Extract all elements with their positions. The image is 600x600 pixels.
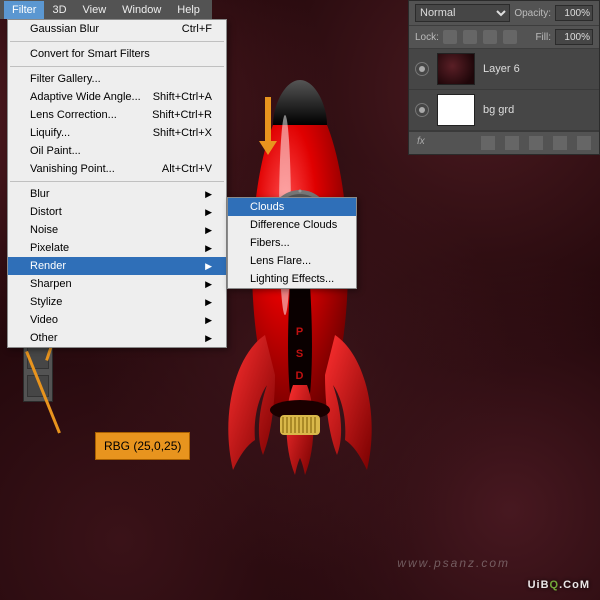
menu-item-liquify[interactable]: Liquify...Shift+Ctrl+X <box>8 124 226 142</box>
submenu-item-fibers[interactable]: Fibers... <box>228 234 356 252</box>
svg-text:PSD: PSD <box>296 326 305 382</box>
layer-row[interactable]: bg grd <box>409 90 599 131</box>
layers-panel-footer: fx <box>409 131 599 154</box>
visibility-icon[interactable] <box>415 62 429 76</box>
opacity-label: Opacity: <box>514 8 551 19</box>
visibility-icon[interactable] <box>415 103 429 117</box>
callout-background-rgb: RBG (25,0,25) <box>95 432 190 460</box>
blend-mode-select[interactable]: Normal <box>415 4 510 22</box>
menu-item-stylize[interactable]: Stylize▶ <box>8 293 226 311</box>
add-mask-icon[interactable] <box>481 136 495 150</box>
menu-item-distort[interactable]: Distort▶ <box>8 203 226 221</box>
menu-item-lens-correction[interactable]: Lens Correction...Shift+Ctrl+R <box>8 106 226 124</box>
menu-separator <box>10 41 224 42</box>
menu-item-blur[interactable]: Blur▶ <box>8 185 226 203</box>
layer-thumbnail <box>437 94 475 126</box>
menu-separator <box>10 66 224 67</box>
lock-pixels-icon[interactable] <box>463 30 477 44</box>
menu-item-oil-paint[interactable]: Oil Paint... <box>8 142 226 160</box>
watermark-url: www.psanz.com <box>397 556 510 570</box>
menu-item-sharpen[interactable]: Sharpen▶ <box>8 275 226 293</box>
menu-3d[interactable]: 3D <box>44 1 74 19</box>
opacity-input[interactable] <box>555 5 593 21</box>
layer-row[interactable]: Layer 6 <box>409 49 599 90</box>
fx-label[interactable]: fx <box>417 136 425 150</box>
render-submenu: Clouds Difference Clouds Fibers... Lens … <box>227 197 357 289</box>
fill-input[interactable] <box>555 29 593 45</box>
new-group-icon[interactable] <box>505 136 519 150</box>
lock-position-icon[interactable] <box>483 30 497 44</box>
submenu-item-diff-clouds[interactable]: Difference Clouds <box>228 216 356 234</box>
lock-label: Lock: <box>415 32 439 43</box>
lock-all-icon[interactable] <box>503 30 517 44</box>
menu-separator <box>10 181 224 182</box>
menu-item-render[interactable]: Render▶ <box>8 257 226 275</box>
menu-item-other[interactable]: Other▶ <box>8 329 226 347</box>
annotation-arrow-clouds <box>261 97 275 157</box>
watermark-brand: UiBQ.CoM <box>528 568 590 594</box>
menu-item-vanishing-point[interactable]: Vanishing Point...Alt+Ctrl+V <box>8 160 226 178</box>
app-menubar: Filter 3D View Window Help <box>0 0 212 19</box>
menu-item-video[interactable]: Video▶ <box>8 311 226 329</box>
menu-window[interactable]: Window <box>114 1 169 19</box>
submenu-item-lens-flare[interactable]: Lens Flare... <box>228 252 356 270</box>
layer-thumbnail <box>437 53 475 85</box>
layer-name: Layer 6 <box>483 63 520 75</box>
menu-view[interactable]: View <box>75 1 115 19</box>
submenu-item-lighting[interactable]: Lighting Effects... <box>228 270 356 288</box>
delete-layer-icon[interactable] <box>577 136 591 150</box>
filter-menu: Gaussian BlurCtrl+F Convert for Smart Fi… <box>7 19 227 348</box>
menu-item-last-filter[interactable]: Gaussian BlurCtrl+F <box>8 20 226 38</box>
adjustment-layer-icon[interactable] <box>529 136 543 150</box>
menu-item-filter-gallery[interactable]: Filter Gallery... <box>8 70 226 88</box>
new-layer-icon[interactable] <box>553 136 567 150</box>
fill-label: Fill: <box>535 32 551 43</box>
menu-help[interactable]: Help <box>169 1 208 19</box>
layer-name: bg grd <box>483 104 514 116</box>
menu-item-pixelate[interactable]: Pixelate▶ <box>8 239 226 257</box>
layers-panel: Normal Opacity: Lock: Fill: Layer 6 bg g… <box>408 0 600 155</box>
lock-transparency-icon[interactable] <box>443 30 457 44</box>
menu-item-noise[interactable]: Noise▶ <box>8 221 226 239</box>
menu-filter[interactable]: Filter <box>4 1 44 19</box>
menu-item-convert-smart[interactable]: Convert for Smart Filters <box>8 45 226 63</box>
submenu-item-clouds[interactable]: Clouds <box>228 198 356 216</box>
menu-item-adaptive-wide[interactable]: Adaptive Wide Angle...Shift+Ctrl+A <box>8 88 226 106</box>
lock-icons <box>443 30 517 44</box>
